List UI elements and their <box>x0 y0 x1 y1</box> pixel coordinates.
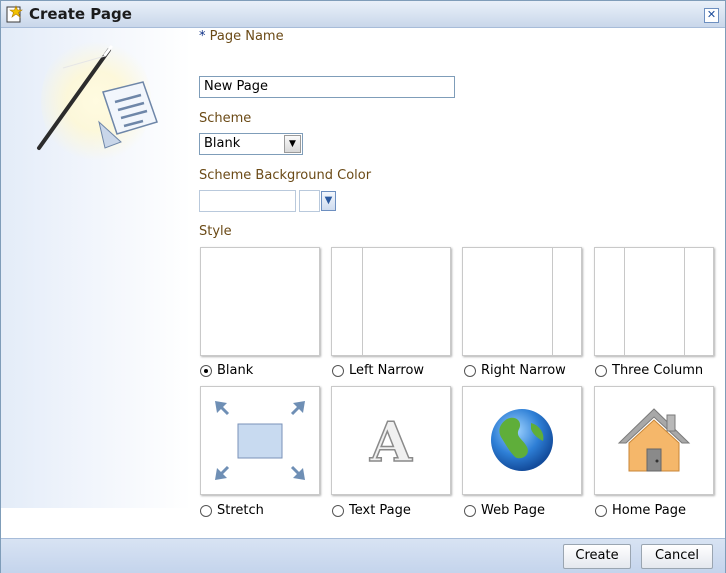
globe-icon <box>491 409 553 471</box>
svg-text:A: A <box>369 410 413 474</box>
scheme-label: Scheme <box>199 111 252 126</box>
style-option-text-page[interactable]: Text Page <box>332 503 411 518</box>
style-tile-stretch[interactable] <box>200 386 320 495</box>
style-option-left-narrow[interactable]: Left Narrow <box>332 363 424 378</box>
style-tile-left-narrow[interactable] <box>331 247 451 356</box>
page-name-input[interactable]: New Page <box>199 76 455 98</box>
close-icon[interactable]: ✕ <box>704 8 719 23</box>
radio-button[interactable] <box>595 364 607 377</box>
style-tile-right-narrow[interactable] <box>462 247 582 356</box>
style-option-home-page[interactable]: Home Page <box>595 503 686 518</box>
style-option-label: Stretch <box>217 503 264 518</box>
color-picker-chevron-icon[interactable]: ▼ <box>321 191 336 211</box>
style-tile-web-page[interactable] <box>462 386 582 495</box>
text-page-icon: A <box>368 409 414 475</box>
column-divider <box>624 248 625 355</box>
style-option-label: Text Page <box>349 503 411 518</box>
radio-button[interactable] <box>595 504 607 517</box>
style-option-label: Left Narrow <box>349 363 425 378</box>
style-tile-blank[interactable] <box>200 247 320 356</box>
chevron-down-icon[interactable]: ▼ <box>284 135 301 153</box>
style-option-label: Three Column <box>612 363 704 378</box>
dialog-footer: Create Cancel <box>1 538 725 573</box>
side-illustration <box>1 28 191 508</box>
scheme-background-input[interactable] <box>199 190 296 212</box>
cancel-button[interactable]: Cancel <box>641 544 713 569</box>
create-button[interactable]: Create <box>563 544 631 569</box>
radio-button[interactable] <box>464 504 476 517</box>
home-icon <box>617 408 691 472</box>
dialog-title: Create Page <box>29 5 132 23</box>
column-divider <box>552 248 553 355</box>
page-name-label: * Page Name <box>199 29 284 44</box>
style-tile-text-page[interactable]: A <box>331 386 451 495</box>
color-swatch[interactable] <box>299 190 320 212</box>
style-label: Style <box>199 224 232 239</box>
radio-button[interactable] <box>200 504 212 517</box>
style-option-label: Web Page <box>481 503 545 518</box>
style-option-label: Blank <box>217 363 254 378</box>
style-option-blank[interactable]: Blank <box>200 363 253 378</box>
stretch-icon <box>215 401 305 480</box>
radio-button[interactable] <box>332 364 344 377</box>
style-option-label: Right Narrow <box>481 363 566 378</box>
style-option-stretch[interactable]: Stretch <box>200 503 264 518</box>
scheme-background-label: Scheme Background Color <box>199 168 372 183</box>
style-option-three-column[interactable]: Three Column <box>595 363 703 378</box>
page-name-label-text: Page Name <box>209 29 284 44</box>
title-bar: Create Page ✕ <box>1 1 725 28</box>
radio-button[interactable] <box>200 364 212 377</box>
style-option-right-narrow[interactable]: Right Narrow <box>464 363 566 378</box>
style-option-label: Home Page <box>612 503 686 518</box>
new-page-icon <box>6 5 23 23</box>
radio-button[interactable] <box>464 364 476 377</box>
scheme-select[interactable]: Blank ▼ <box>199 133 303 155</box>
style-tile-three-column[interactable] <box>594 247 714 356</box>
column-divider <box>362 248 363 355</box>
scheme-selected-value: Blank <box>204 136 241 151</box>
document-icon <box>98 81 158 149</box>
required-mark: * <box>199 29 206 44</box>
radio-button[interactable] <box>332 504 344 517</box>
create-page-dialog: Create Page ✕ * Page Name New Page Schem… <box>0 0 726 573</box>
column-divider <box>684 248 685 355</box>
style-option-web-page[interactable]: Web Page <box>464 503 545 518</box>
style-tile-home-page[interactable] <box>594 386 714 495</box>
